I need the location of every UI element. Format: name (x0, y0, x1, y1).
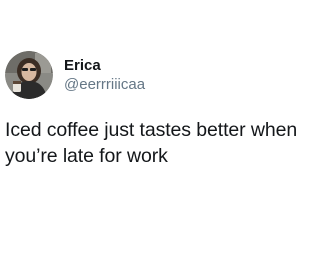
tweet-text-line: you’re late for work (5, 145, 168, 167)
tweet-text: Iced coffee just tastes better when you’… (5, 117, 297, 169)
avatar[interactable] (5, 51, 53, 99)
profile-photo-icon (5, 51, 53, 99)
tweet-text-line: Iced coffee just tastes better when (5, 119, 298, 141)
author-handle[interactable]: @eerrriiicaa (64, 76, 145, 94)
author-display-name[interactable]: Erica (64, 57, 101, 75)
tweet-card: Erica @eerrriiicaa Iced coffee just tast… (0, 0, 300, 265)
